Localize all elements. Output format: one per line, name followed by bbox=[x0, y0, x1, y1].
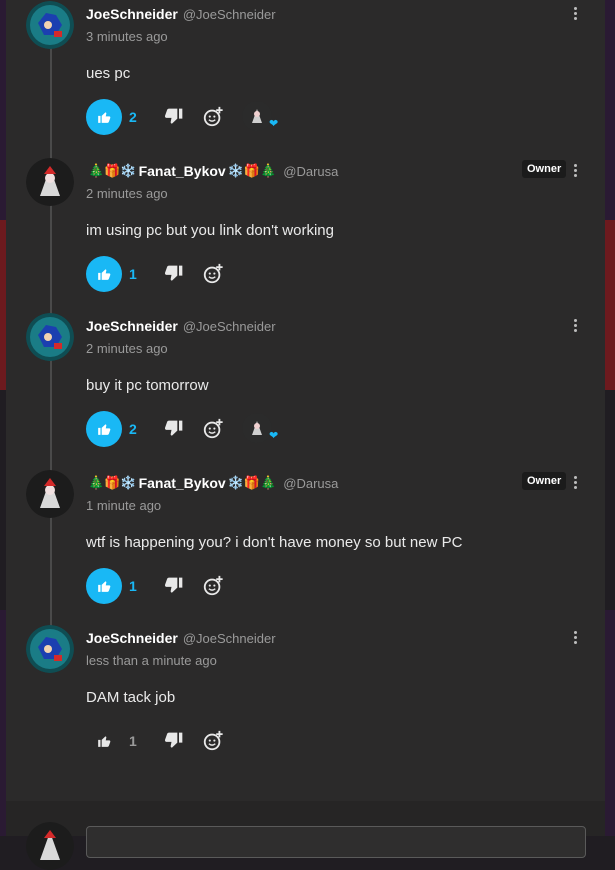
thumbs-up-icon bbox=[98, 581, 111, 592]
thumbs-down-icon[interactable] bbox=[164, 107, 184, 127]
comment-text: DAM tack job bbox=[86, 689, 176, 706]
like-count: 1 bbox=[129, 266, 137, 282]
author-name[interactable]: JoeSchneider bbox=[86, 6, 178, 22]
author-handle: @Darusa bbox=[283, 163, 339, 179]
thumbs-down-icon[interactable] bbox=[164, 264, 184, 284]
owner-badge: Owner bbox=[522, 160, 567, 178]
thumbs-down-icon[interactable] bbox=[164, 576, 184, 596]
add-reaction-icon[interactable] bbox=[202, 575, 224, 597]
comment-timestamp[interactable]: 3 minutes ago bbox=[86, 29, 168, 44]
more-vertical-icon[interactable] bbox=[569, 474, 581, 496]
decoration-emoji: ❄️🎁🎄 bbox=[227, 475, 277, 490]
thumbs-down-icon[interactable] bbox=[164, 419, 184, 439]
like-button[interactable] bbox=[86, 99, 122, 135]
comment-timestamp[interactable]: 2 minutes ago bbox=[86, 186, 168, 201]
avatar[interactable] bbox=[26, 1, 74, 49]
author-name[interactable]: Fanat_Bykov bbox=[139, 163, 226, 179]
heart-icon: ❤ bbox=[269, 118, 279, 130]
author-handle: @JoeSchneider bbox=[182, 318, 276, 334]
like-count: 1 bbox=[129, 578, 137, 594]
comment-text: im using pc but you link don't working bbox=[86, 222, 334, 239]
thumbs-up-icon bbox=[98, 736, 111, 747]
like-button[interactable] bbox=[86, 723, 122, 759]
like-button[interactable] bbox=[86, 411, 122, 447]
more-vertical-icon[interactable] bbox=[569, 629, 581, 651]
like-count: 2 bbox=[129, 421, 137, 437]
reply-input[interactable] bbox=[86, 826, 586, 858]
avatar[interactable] bbox=[26, 158, 74, 206]
like-count: 1 bbox=[129, 733, 137, 749]
more-vertical-icon[interactable] bbox=[569, 162, 581, 184]
thumbs-up-icon bbox=[98, 424, 111, 435]
avatar[interactable] bbox=[26, 470, 74, 518]
decoration-emoji: 🎄🎁❄️ bbox=[88, 475, 137, 490]
comment-text: ues pc bbox=[86, 65, 131, 82]
add-reaction-icon[interactable] bbox=[202, 730, 224, 752]
thumbs-up-icon bbox=[98, 112, 111, 123]
avatar[interactable] bbox=[26, 625, 74, 673]
add-reaction-icon[interactable] bbox=[202, 418, 224, 440]
author-name[interactable]: JoeSchneider bbox=[86, 630, 178, 646]
reaction-avatar[interactable] bbox=[242, 101, 272, 131]
like-count: 2 bbox=[129, 109, 137, 125]
comment-text: buy it pc tomorrow bbox=[86, 377, 209, 394]
thumbs-up-icon bbox=[98, 269, 111, 280]
decoration-emoji: 🎄🎁❄️ bbox=[88, 163, 137, 178]
comment-timestamp[interactable]: 1 minute ago bbox=[86, 498, 161, 513]
add-reaction-icon[interactable] bbox=[202, 263, 224, 285]
heart-icon: ❤ bbox=[269, 430, 279, 442]
owner-badge: Owner bbox=[522, 472, 567, 490]
author-handle: @JoeSchneider bbox=[182, 6, 276, 22]
add-reaction-icon[interactable] bbox=[202, 106, 224, 128]
like-button[interactable] bbox=[86, 568, 122, 604]
comment-timestamp[interactable]: less than a minute ago bbox=[86, 653, 217, 668]
avatar[interactable] bbox=[26, 313, 74, 361]
author-handle: @JoeSchneider bbox=[182, 630, 276, 646]
more-vertical-icon[interactable] bbox=[569, 5, 581, 27]
comment-timestamp[interactable]: 2 minutes ago bbox=[86, 341, 168, 356]
decoration-emoji: ❄️🎁🎄 bbox=[227, 163, 277, 178]
thumbs-down-icon[interactable] bbox=[164, 731, 184, 751]
author-name[interactable]: JoeSchneider bbox=[86, 318, 178, 334]
comment-text: wtf is happening you? i don't have money… bbox=[86, 534, 463, 551]
like-button[interactable] bbox=[86, 256, 122, 292]
more-vertical-icon[interactable] bbox=[569, 317, 581, 339]
author-handle: @Darusa bbox=[283, 475, 339, 491]
current-user-avatar bbox=[26, 822, 74, 870]
reaction-avatar[interactable] bbox=[242, 413, 272, 443]
author-name[interactable]: Fanat_Bykov bbox=[139, 475, 226, 491]
